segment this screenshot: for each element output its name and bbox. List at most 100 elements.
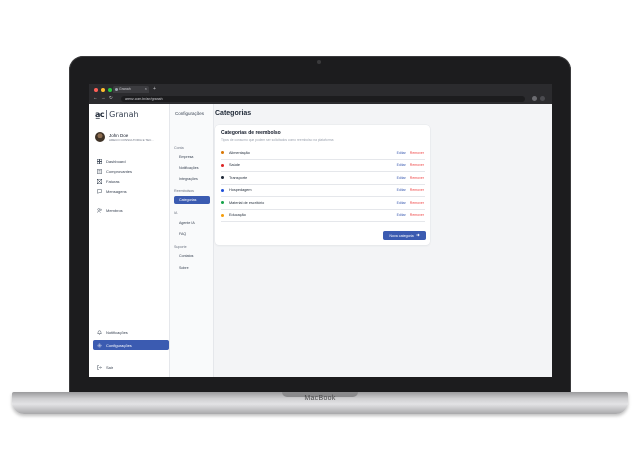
logo: a̲c Granah <box>95 108 139 120</box>
config-item-sobre[interactable]: Sobre <box>174 264 210 272</box>
category-name: Material de escritório <box>229 200 265 205</box>
sidebar-item-comprovantes[interactable]: Comprovantes <box>93 166 169 176</box>
sidebar-item-label: Dashboard <box>106 158 126 164</box>
minimize-window-button[interactable] <box>101 88 105 92</box>
category-name: Hospedagem <box>229 188 252 193</box>
sidebar-item-label: Faturas <box>106 178 120 184</box>
edit-category-button[interactable]: Editar <box>397 151 406 155</box>
tab-title: Granah <box>119 87 131 91</box>
main-content: Categorias Categorias de reembolso Tipos… <box>214 104 552 377</box>
config-item-notificacoes[interactable]: Notificações <box>174 164 210 172</box>
reload-icon[interactable]: ↻ <box>109 95 113 101</box>
category-name: Alimentação <box>229 150 250 155</box>
category-color-dot <box>221 201 224 205</box>
menu-icon[interactable] <box>540 96 545 101</box>
config-item-agente-ia[interactable]: Agente IA <box>174 219 210 227</box>
category-color-dot <box>221 151 224 155</box>
avatar <box>95 132 105 142</box>
sidebar-bottom-nav: Notificações Configurações Sair <box>93 327 169 372</box>
sidebar-item-label: Notificações <box>106 329 128 335</box>
sidebar: a̲c Granah John Doe ARECO CONSULTORIA E … <box>89 104 170 377</box>
screen: Granah × + ← → ↻ arenz.com.br/arr/granah… <box>89 84 552 377</box>
category-row: Transporte Editar Remover <box>221 172 425 185</box>
category-row: Hospedagem Editar Remover <box>221 185 425 197</box>
logout-icon <box>97 364 102 370</box>
forward-icon[interactable]: → <box>101 95 106 101</box>
bell-icon <box>97 330 102 335</box>
config-item-contatos[interactable]: Contatos <box>174 252 210 260</box>
window-controls <box>94 88 112 92</box>
sidebar-item-label: Sair <box>106 364 114 370</box>
edit-category-button[interactable]: Editar <box>397 176 406 180</box>
back-icon[interactable]: ← <box>93 95 98 101</box>
edit-category-button[interactable]: Editar <box>397 213 406 217</box>
category-name: Saúde <box>229 163 240 168</box>
config-item-faq[interactable]: FAQ <box>174 230 210 238</box>
remove-category-button[interactable]: Remover <box>410 151 424 155</box>
remove-category-button[interactable]: Remover <box>410 213 424 217</box>
config-group-suporte: Suporte <box>174 245 187 249</box>
sidebar-item-notificacoes[interactable]: Notificações <box>93 327 169 337</box>
sidebar-nav: Dashboard Comprovantes Faturas Mensagens… <box>93 156 169 215</box>
page-title: Categorias <box>215 110 252 117</box>
logo-mark: a̲c <box>95 109 105 119</box>
edit-category-button[interactable]: Editar <box>397 201 406 205</box>
category-color-dot <box>221 176 224 180</box>
sidebar-item-label: Mensagens <box>106 188 127 194</box>
arrow-right-icon <box>415 233 420 238</box>
card-subtitle: Tipos de consumo que podem ser solicitad… <box>221 138 334 142</box>
config-item-categorias[interactable]: Categorias <box>174 196 210 204</box>
sidebar-item-configuracoes[interactable]: Configurações <box>93 340 169 350</box>
browser-chrome: Granah × + ← → ↻ arenz.com.br/arr/granah <box>89 84 552 104</box>
category-color-dot <box>221 213 224 217</box>
tab-close-icon[interactable]: × <box>145 86 147 91</box>
config-group-reembolsos: Reembolsos <box>174 189 194 193</box>
category-row: Alimentação Editar Remover <box>221 147 425 160</box>
navigation-bar: ← → ↻ arenz.com.br/arr/granah <box>89 94 552 104</box>
config-item-integracoes[interactable]: Integrações <box>174 175 210 183</box>
logo-divider <box>106 109 108 119</box>
card-title: Categorias de reembolso <box>221 130 281 136</box>
receipt-icon <box>97 168 102 174</box>
logo-text: Granah <box>109 109 139 119</box>
sidebar-item-membros[interactable]: Membros <box>93 205 169 215</box>
camera <box>317 60 321 64</box>
config-menu: Configurações Conta Empresa Notificações… <box>170 104 214 377</box>
category-color-dot <box>221 188 224 192</box>
profile-icon[interactable] <box>532 96 537 101</box>
edit-category-button[interactable]: Editar <box>397 163 406 167</box>
new-category-label: Nova categoria <box>389 233 414 238</box>
edit-category-button[interactable]: Editar <box>397 188 406 192</box>
category-name: Educação <box>229 213 246 218</box>
new-tab-button[interactable]: + <box>153 86 156 92</box>
maximize-window-button[interactable] <box>108 88 112 92</box>
sidebar-item-label: Configurações <box>106 342 132 348</box>
new-category-button[interactable]: Nova categoria <box>383 231 426 240</box>
category-row: Material de escritório Editar Remover <box>221 197 425 210</box>
category-row: Educação Editar Remover <box>221 210 425 222</box>
remove-category-button[interactable]: Remover <box>410 163 424 167</box>
sidebar-item-mensagens[interactable]: Mensagens <box>93 186 169 196</box>
category-color-dot <box>221 163 224 167</box>
invoice-icon <box>97 178 102 184</box>
browser-tab[interactable]: Granah × <box>113 86 149 93</box>
category-row: Saúde Editar Remover <box>221 160 425 172</box>
remove-category-button[interactable]: Remover <box>410 188 424 192</box>
user-company: ARECO CONSULTORIA E TEC... <box>109 137 154 142</box>
users-icon <box>97 207 102 213</box>
sidebar-item-label: Comprovantes <box>106 168 133 174</box>
config-group-conta: Conta <box>174 146 184 150</box>
close-window-button[interactable] <box>94 88 98 92</box>
remove-category-button[interactable]: Remover <box>410 176 424 180</box>
user-profile[interactable]: John Doe ARECO CONSULTORIA E TEC... <box>95 132 154 142</box>
config-menu-title: Configurações <box>175 111 205 116</box>
sidebar-item-faturas[interactable]: Faturas <box>93 176 169 186</box>
logout-button[interactable]: Sair <box>93 362 169 372</box>
message-icon <box>97 188 102 194</box>
config-item-empresa[interactable]: Empresa <box>174 153 210 161</box>
category-name: Transporte <box>229 175 248 180</box>
remove-category-button[interactable]: Remover <box>410 201 424 205</box>
tab-favicon-icon <box>115 88 118 91</box>
address-bar[interactable]: arenz.com.br/arr/granah <box>121 96 525 102</box>
sidebar-item-dashboard[interactable]: Dashboard <box>93 156 169 166</box>
